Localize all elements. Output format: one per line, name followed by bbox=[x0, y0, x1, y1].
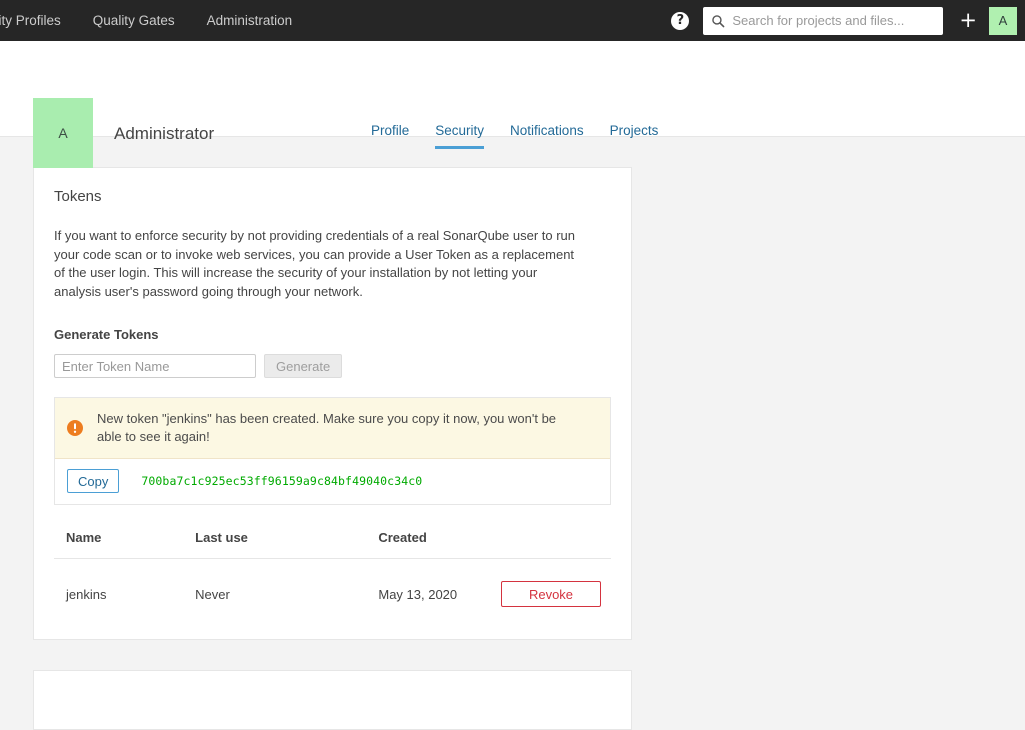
column-header-actions bbox=[501, 530, 611, 559]
table-row: jenkins Never May 13, 2020 Revoke bbox=[54, 559, 611, 620]
cell-token-name: jenkins bbox=[66, 586, 107, 602]
tokens-card-title: Tokens bbox=[54, 188, 102, 205]
cell-actions: Revoke bbox=[501, 559, 611, 620]
page-title: Administrator bbox=[114, 124, 215, 143]
tab-notifications[interactable]: Notifications bbox=[510, 123, 584, 146]
navbar-right-actions: ? + A bbox=[671, 0, 1017, 41]
revoke-button[interactable]: Revoke bbox=[501, 581, 601, 607]
navbar-links: Quality Profiles Quality Gates Administr… bbox=[0, 0, 308, 41]
warning-icon bbox=[67, 420, 83, 436]
token-created-message: New token "jenkins" has been created. Ma… bbox=[97, 411, 557, 444]
column-header-created: Created bbox=[378, 530, 501, 559]
generate-token-row: Generate bbox=[54, 354, 611, 378]
nav-link-quality-gates[interactable]: Quality Gates bbox=[77, 0, 191, 41]
token-created-alert: New token "jenkins" has been created. Ma… bbox=[55, 398, 610, 459]
column-header-last-use: Last use bbox=[195, 530, 379, 559]
profile-header: A Administrator Profile Security Notific… bbox=[0, 41, 1025, 168]
top-navbar: Quality Profiles Quality Gates Administr… bbox=[0, 0, 1025, 41]
nav-link-quality-profiles[interactable]: Quality Profiles bbox=[0, 0, 77, 41]
page-body: Tokens If you want to enforce security b… bbox=[0, 137, 1025, 730]
generate-button[interactable]: Generate bbox=[264, 354, 343, 378]
user-avatar-navbar[interactable]: A bbox=[989, 6, 1017, 35]
cell-created: May 13, 2020 bbox=[378, 586, 458, 602]
cell-last-use: Never bbox=[195, 586, 230, 602]
tokens-description: If you want to enforce security by not p… bbox=[54, 228, 576, 299]
tab-projects[interactable]: Projects bbox=[610, 123, 659, 146]
secondary-card bbox=[33, 670, 632, 730]
tokens-table: Name Last use Created jenkins Never May … bbox=[54, 530, 611, 619]
create-new-button[interactable]: + bbox=[959, 10, 977, 31]
nav-link-administration[interactable]: Administration bbox=[191, 0, 309, 41]
profile-tabs: Profile Security Notifications Projects bbox=[371, 123, 658, 149]
new-token-panel: New token "jenkins" has been created. Ma… bbox=[54, 397, 611, 505]
global-search-box[interactable] bbox=[703, 6, 944, 35]
column-header-name: Name bbox=[54, 530, 196, 559]
tokens-card: Tokens If you want to enforce security b… bbox=[33, 167, 632, 640]
copy-button[interactable]: Copy bbox=[67, 469, 120, 493]
tokens-table-head: Name Last use Created bbox=[54, 530, 611, 559]
tokens-table-body: jenkins Never May 13, 2020 Revoke bbox=[54, 559, 611, 620]
token-name-input[interactable] bbox=[54, 354, 256, 378]
avatar: A bbox=[33, 98, 93, 168]
token-copy-row: Copy 700ba7c1c925ec53ff96159a9c84bf49040… bbox=[55, 459, 610, 504]
generate-tokens-heading: Generate Tokens bbox=[54, 327, 159, 342]
search-input[interactable] bbox=[732, 13, 936, 28]
token-value: 700ba7c1c925ec53ff96159a9c84bf49040c34c0 bbox=[141, 474, 423, 488]
help-circle-icon[interactable]: ? bbox=[671, 11, 690, 30]
tab-profile[interactable]: Profile bbox=[371, 123, 409, 146]
search-icon bbox=[712, 14, 725, 27]
table-header-row: Name Last use Created bbox=[54, 530, 611, 559]
tab-security[interactable]: Security bbox=[435, 123, 485, 149]
